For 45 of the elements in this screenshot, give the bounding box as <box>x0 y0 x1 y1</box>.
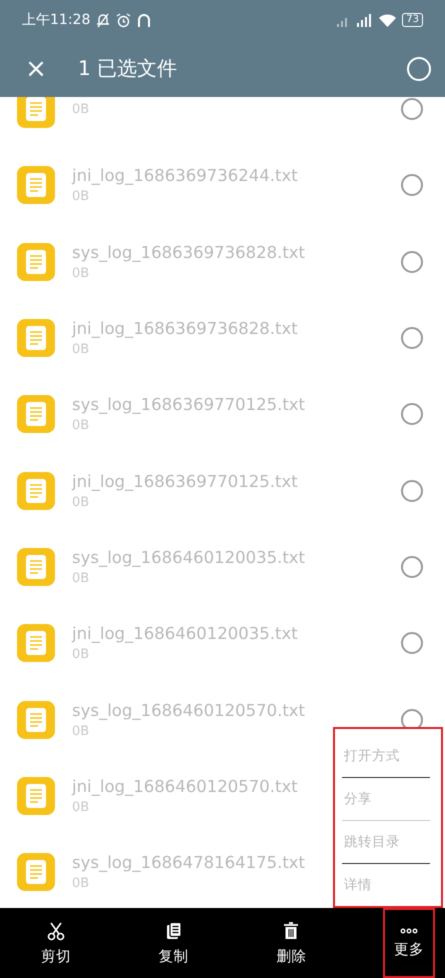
file-name: sys_log_1686460120035.txt <box>72 548 306 567</box>
action-button[interactable]: 剪切 <box>30 908 82 978</box>
document-icon <box>16 318 56 358</box>
select-radio[interactable] <box>401 174 423 196</box>
select-all-button[interactable] <box>407 56 431 80</box>
select-radio[interactable] <box>401 632 423 654</box>
file-name: jni_log_1686460120035.txt <box>72 624 298 644</box>
document-icon <box>16 700 56 740</box>
action-button[interactable]: 更多 <box>382 908 435 978</box>
select-radio[interactable] <box>401 250 423 273</box>
file-name: sys_log_1686369736828.txt <box>72 242 306 262</box>
select-radio[interactable] <box>401 480 423 502</box>
file-name: sys_log_1686460120570.txt <box>72 700 306 720</box>
file-name: sys_log_1686369770125.txt <box>72 395 306 414</box>
status-time: 上午11:28 <box>22 11 90 29</box>
action-button[interactable]: 复制 <box>148 908 200 978</box>
more-icon <box>398 928 419 934</box>
headphones-icon <box>137 12 152 28</box>
document-icon <box>16 97 56 130</box>
document-icon <box>16 394 56 434</box>
document-icon <box>16 776 56 816</box>
scissors-icon <box>46 920 66 940</box>
document-icon <box>16 546 56 587</box>
document-icon <box>16 165 56 206</box>
file-name: sys_log_1686478164175.txt <box>72 853 306 872</box>
document-icon <box>16 623 56 664</box>
file-name: jni_log_1686460120570.txt <box>72 776 298 796</box>
selection-title: 1 已选文件 <box>78 55 178 82</box>
battery-indicator: 73 <box>402 13 423 27</box>
select-radio[interactable] <box>401 403 423 426</box>
file-name: jni_log_1686369770125.txt <box>72 472 298 491</box>
select-radio[interactable] <box>401 556 423 578</box>
select-radio[interactable] <box>401 327 423 350</box>
document-icon <box>16 470 56 511</box>
signal-icon <box>337 14 374 26</box>
bell-off-icon <box>96 12 110 28</box>
document-icon <box>16 242 56 282</box>
close-button[interactable]: × <box>22 56 50 82</box>
wifi-icon <box>379 14 396 26</box>
document-icon <box>16 852 56 892</box>
alarm-icon <box>116 12 132 28</box>
select-radio[interactable] <box>401 98 423 120</box>
file-name: jni_log_1686369736828.txt <box>72 319 298 338</box>
action-button[interactable]: 删除 <box>265 908 318 978</box>
file-name: jni_log_1686369736244.txt <box>72 166 298 186</box>
